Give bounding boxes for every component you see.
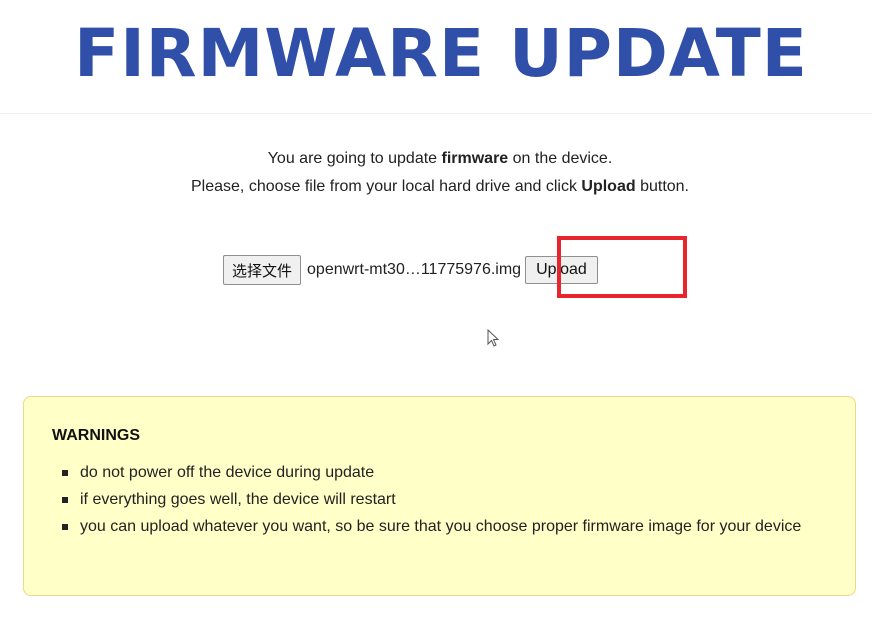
choose-file-button[interactable]: 选择文件 [223, 255, 302, 285]
firmware-update-page: FIRMWARE UPDATE You are going to update … [0, 0, 872, 624]
bullet-icon [62, 497, 68, 503]
intro-line-1: You are going to update firmware on the … [267, 150, 613, 167]
warnings-title: WARNINGS [52, 427, 140, 444]
warning-item: do not power off the device during updat… [62, 459, 832, 486]
page-header: FIRMWARE UPDATE [0, 0, 872, 114]
intro-line-2: Please, choose file from your local hard… [191, 178, 689, 195]
upload-button[interactable]: Upload [525, 256, 598, 284]
page-title: FIRMWARE UPDATE [74, 15, 808, 92]
bullet-icon [62, 470, 68, 476]
mouse-cursor-icon [487, 329, 499, 347]
warnings-box: WARNINGS do not power off the device dur… [23, 396, 856, 596]
intro-text: You are going to update firmware on the … [0, 145, 872, 201]
selected-file-name: openwrt-mt30…11775976.img [307, 261, 522, 278]
warning-item: if everything goes well, the device will… [62, 486, 832, 513]
intro-firmware-word: firmware [441, 150, 509, 167]
upload-form: 选择文件 openwrt-mt30…11775976.img Upload [223, 254, 598, 286]
warning-item: you can upload whatever you want, so be … [62, 513, 832, 540]
warnings-list: do not power off the device during updat… [62, 459, 832, 540]
bullet-icon [62, 524, 68, 530]
intro-upload-word: Upload [581, 178, 636, 195]
